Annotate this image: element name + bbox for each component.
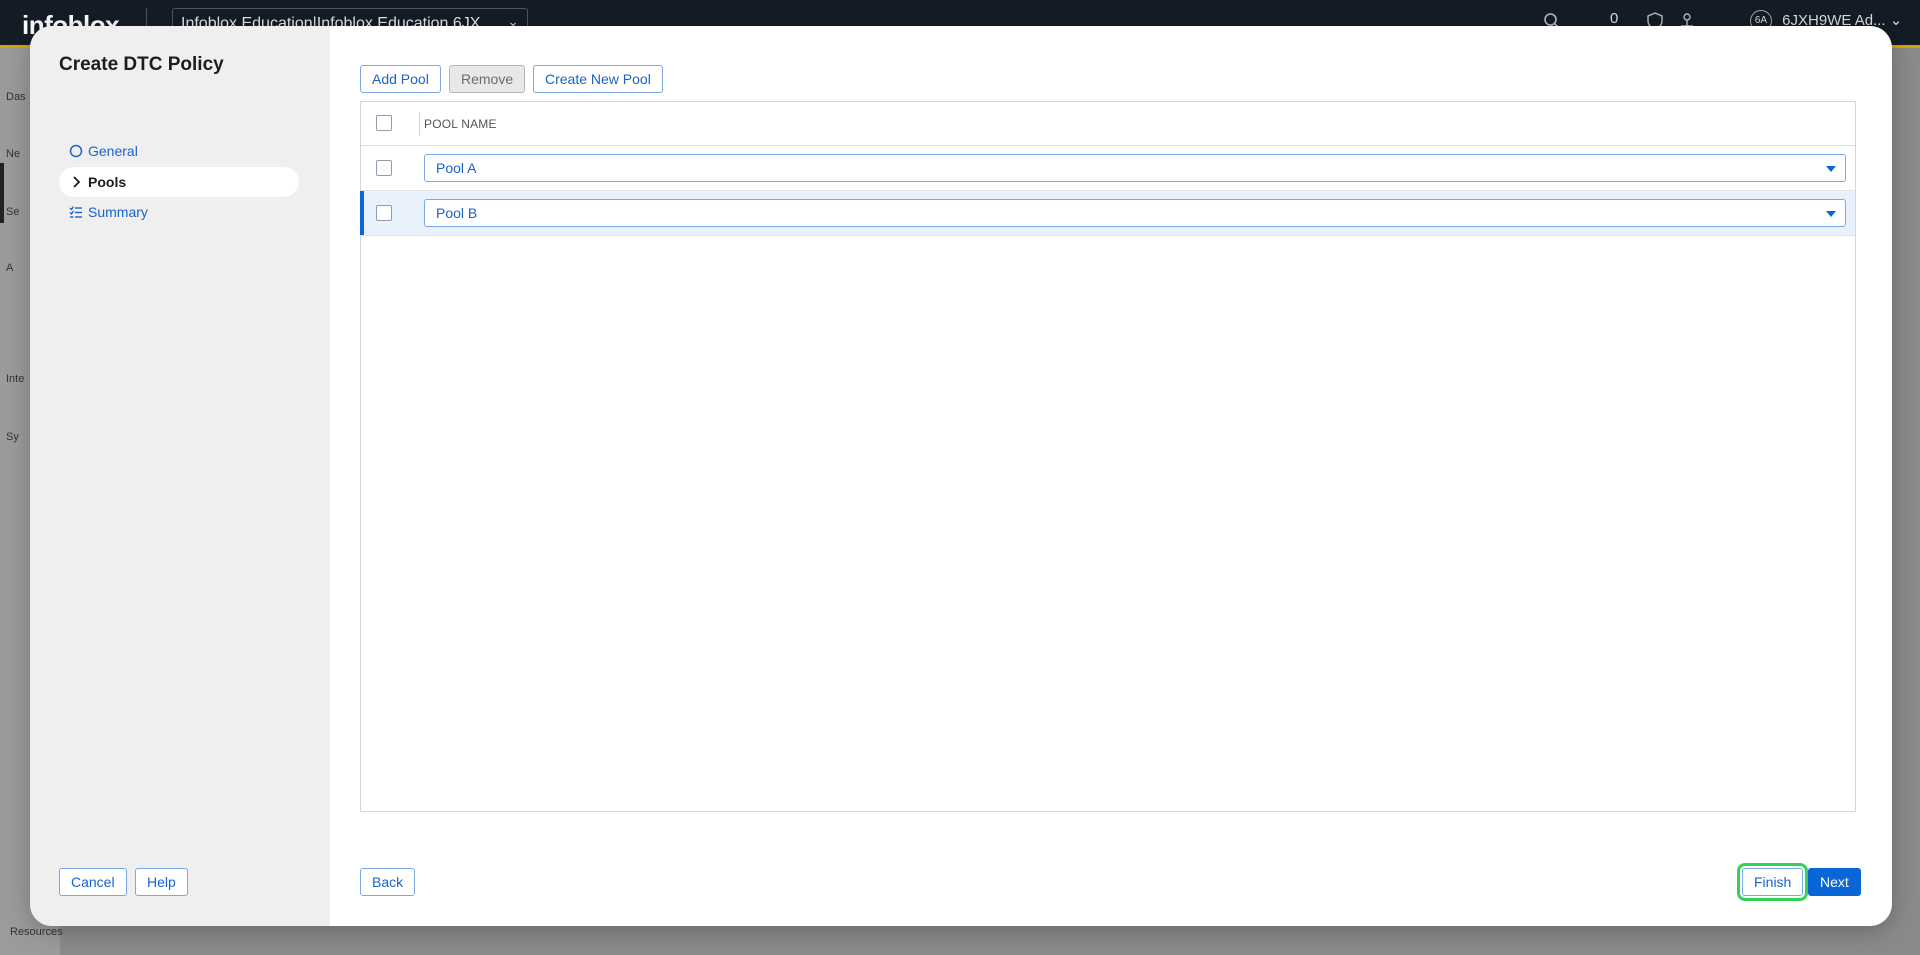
column-header-pool-name: POOL NAME bbox=[424, 117, 497, 131]
pool-select-value: Pool A bbox=[436, 160, 477, 176]
dialog-title: Create DTC Policy bbox=[59, 54, 224, 75]
step-summary-label: Summary bbox=[88, 204, 148, 220]
nav-item-analytics[interactable]: A bbox=[6, 262, 13, 274]
column-divider bbox=[419, 112, 420, 136]
step-summary[interactable]: Summary bbox=[59, 197, 299, 227]
nav-item-resources[interactable]: Resources bbox=[10, 926, 63, 938]
help-button[interactable]: Help bbox=[135, 868, 188, 896]
back-button[interactable]: Back bbox=[360, 868, 416, 896]
circle-icon bbox=[69, 144, 83, 158]
remove-button[interactable]: Remove bbox=[449, 65, 526, 93]
next-button[interactable]: Next bbox=[1808, 868, 1861, 896]
nav-item-networks[interactable]: Ne bbox=[6, 148, 20, 160]
pool-select[interactable]: Pool A bbox=[424, 154, 1846, 182]
nav-item-security[interactable]: Se bbox=[6, 206, 19, 218]
finish-button[interactable]: Finish bbox=[1736, 863, 1809, 901]
create-dtc-policy-dialog: Create DTC Policy General Pools Summary … bbox=[30, 26, 1892, 926]
step-general-label: General bbox=[88, 143, 138, 159]
step-pools[interactable]: Pools bbox=[59, 167, 299, 197]
select-all-checkbox[interactable] bbox=[376, 115, 392, 131]
nav-item-system[interactable]: Sy bbox=[6, 431, 19, 443]
cancel-button[interactable]: Cancel bbox=[59, 868, 127, 896]
create-new-pool-button[interactable]: Create New Pool bbox=[533, 65, 663, 93]
nav-item-dashboard[interactable]: Das bbox=[6, 91, 26, 103]
table-row: Pool A bbox=[361, 146, 1855, 191]
chevron-right-icon bbox=[73, 176, 81, 188]
table-header: POOL NAME bbox=[361, 102, 1855, 146]
chevron-down-icon: ⌄ bbox=[1889, 11, 1903, 29]
row-checkbox[interactable] bbox=[376, 205, 392, 221]
table-row: Pool B bbox=[360, 191, 1855, 236]
step-general[interactable]: General bbox=[59, 136, 299, 166]
pool-select[interactable]: Pool B bbox=[424, 199, 1846, 227]
wizard-sidebar: Create DTC Policy General Pools Summary … bbox=[30, 26, 330, 926]
nav-item-integrations[interactable]: Inte bbox=[6, 373, 24, 385]
pools-table: POOL NAME Pool A Pool B bbox=[360, 101, 1856, 812]
notification-count[interactable]: 0 bbox=[1610, 10, 1618, 27]
row-checkbox[interactable] bbox=[376, 160, 392, 176]
checklist-icon bbox=[69, 206, 82, 218]
caret-down-icon bbox=[1826, 166, 1836, 172]
step-pools-label: Pools bbox=[88, 174, 127, 190]
nav-active-indicator bbox=[0, 163, 4, 223]
add-pool-button[interactable]: Add Pool bbox=[360, 65, 441, 93]
caret-down-icon bbox=[1826, 211, 1836, 217]
pool-select-value: Pool B bbox=[436, 205, 478, 221]
